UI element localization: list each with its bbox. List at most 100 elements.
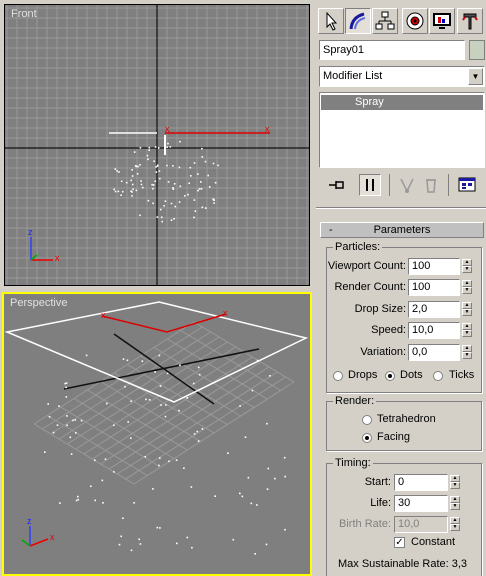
particle: [227, 452, 229, 454]
particle: [213, 202, 215, 204]
show-end-result-icon[interactable]: [359, 174, 381, 196]
particle: [208, 186, 211, 188]
radio-drops[interactable]: [333, 371, 343, 381]
life-field[interactable]: 30: [394, 495, 448, 512]
display-icon[interactable]: [429, 8, 455, 34]
particle: [106, 402, 108, 405]
particle: [166, 146, 168, 148]
constant-checkbox[interactable]: ✓: [394, 537, 405, 548]
radio-ticks[interactable]: [433, 371, 443, 381]
particle: [250, 502, 253, 505]
particle: [118, 171, 120, 173]
variation-spinner[interactable]: ▲ ▼: [462, 345, 472, 361]
make-unique-icon[interactable]: [396, 174, 418, 196]
svg-text:x: x: [55, 253, 60, 263]
modifier-stack[interactable]: Spray: [319, 92, 485, 168]
radio-dots[interactable]: [385, 371, 395, 381]
drop-size-label: Drop Size:: [354, 303, 406, 315]
particle: [131, 175, 134, 177]
motion-icon[interactable]: [402, 8, 428, 34]
particle: [122, 358, 125, 360]
particle: [141, 360, 144, 362]
perspective-viewport[interactable]: x x z x Perspective: [2, 292, 312, 576]
persp-axis-2: [113, 333, 215, 405]
particle: [239, 492, 241, 495]
particle: [283, 456, 286, 459]
front-viewport-grid: x x z x: [5, 5, 309, 285]
render-count-field[interactable]: 100: [408, 279, 460, 296]
constant-label: Constant: [411, 536, 456, 548]
pin-stack-icon[interactable]: [326, 174, 348, 196]
svg-text:x: x: [223, 308, 228, 318]
variation-field[interactable]: 0,0: [408, 344, 460, 361]
configure-sets-icon[interactable]: [456, 174, 478, 196]
radio-facing[interactable]: [362, 433, 372, 443]
particle: [147, 199, 150, 202]
parameters-rollout-header[interactable]: - Parameters: [320, 222, 484, 238]
particle: [169, 146, 172, 148]
particle: [72, 419, 74, 422]
radio-dots-label: Dots: [400, 369, 423, 381]
drop-size-spinner[interactable]: ▲ ▼: [462, 302, 472, 318]
particle: [163, 205, 165, 207]
particle: [148, 399, 151, 401]
chevron-down-icon[interactable]: ▼: [468, 68, 483, 85]
particle: [189, 166, 192, 169]
particle: [114, 190, 117, 193]
stack-item-spray[interactable]: Spray: [321, 95, 483, 110]
particle: [197, 440, 200, 442]
render-count-spinner[interactable]: ▲ ▼: [462, 280, 472, 296]
life-spinner[interactable]: ▲ ▼: [450, 496, 460, 512]
particle: [160, 216, 163, 219]
spray-particles: [44, 354, 286, 555]
viewport-count-spinner[interactable]: ▲ ▼: [462, 259, 472, 275]
particle: [66, 424, 68, 427]
start-spinner[interactable]: ▲ ▼: [450, 475, 460, 491]
particle: [197, 173, 199, 175]
particle: [158, 464, 160, 467]
hierarchy-icon[interactable]: [372, 8, 398, 34]
particle: [102, 502, 104, 504]
viewport-label[interactable]: Perspective: [10, 297, 67, 309]
particle: [145, 398, 147, 401]
viewport-count-field[interactable]: 100: [408, 258, 460, 275]
viewport-label[interactable]: Front: [11, 8, 37, 20]
particle: [130, 549, 133, 552]
max-sustainable-rate-label: Max Sustainable Rate: 3,3: [338, 558, 468, 570]
particle: [64, 382, 66, 385]
modifier-list-dropdown[interactable]: Modifier List ▼: [319, 66, 485, 87]
particle: [200, 181, 202, 183]
particle: [239, 405, 241, 407]
svg-text:x: x: [50, 532, 55, 542]
remove-modifier-icon[interactable]: [420, 174, 442, 196]
particle: [52, 431, 55, 434]
particle: [154, 146, 157, 148]
particle: [175, 459, 178, 461]
modify-icon[interactable]: [345, 8, 371, 34]
particle: [131, 183, 134, 186]
object-color-swatch[interactable]: [469, 40, 485, 60]
particle: [90, 485, 92, 488]
particle: [183, 467, 185, 469]
radio-tetrahedron[interactable]: [362, 415, 372, 425]
particle: [154, 180, 157, 182]
start-field[interactable]: 0: [394, 474, 448, 491]
modifier-list-label: Modifier List: [323, 70, 383, 82]
speed-spinner[interactable]: ▲ ▼: [462, 323, 472, 339]
particle: [65, 382, 68, 384]
speed-field[interactable]: 10,0: [408, 322, 460, 339]
particle: [156, 216, 159, 218]
create-icon[interactable]: [318, 8, 344, 34]
birth-rate-spinner[interactable]: ▲ ▼: [450, 517, 460, 533]
object-name-field[interactable]: Spray01: [319, 40, 465, 60]
drop-size-field[interactable]: 2,0: [408, 301, 460, 318]
birth-rate-field[interactable]: 10,0: [394, 516, 448, 533]
front-viewport[interactable]: x x z x Front: [4, 4, 310, 286]
particle: [155, 171, 158, 173]
particle: [198, 373, 201, 376]
particle: [205, 207, 207, 209]
particle: [192, 382, 195, 385]
utilities-icon[interactable]: [457, 8, 483, 34]
emitter-gizmo: [101, 313, 227, 333]
particle: [158, 170, 161, 172]
